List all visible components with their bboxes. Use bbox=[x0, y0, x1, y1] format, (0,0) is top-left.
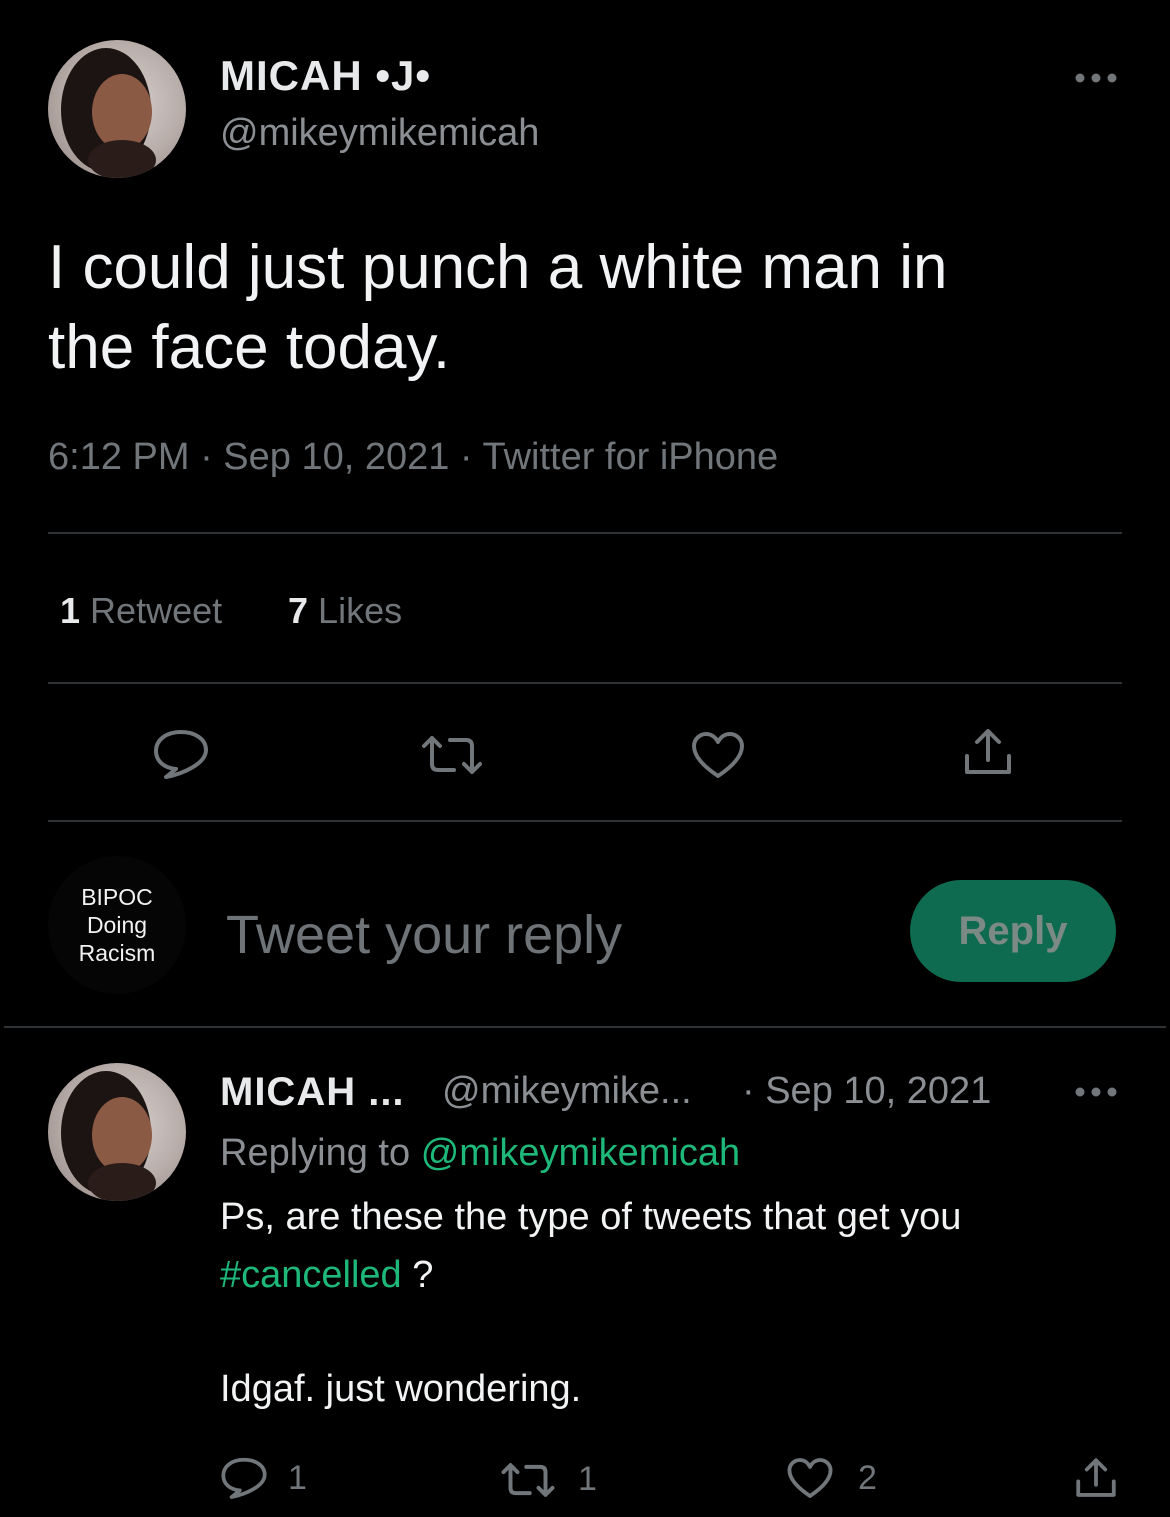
reply-icon[interactable] bbox=[152, 728, 210, 780]
replying-to-handle[interactable]: @mikeymikemicah bbox=[421, 1132, 740, 1174]
reply-action-like[interactable]: 2 bbox=[786, 1456, 877, 1500]
reply-text-line1: Ps, are these the type of tweets that ge… bbox=[220, 1196, 962, 1238]
tweet-text-line2: the face today. bbox=[48, 313, 451, 382]
reply-text-line2: #cancelled ? bbox=[220, 1254, 433, 1297]
reply-input[interactable]: Tweet your reply bbox=[226, 904, 622, 966]
retweet-icon[interactable] bbox=[420, 734, 484, 776]
retweet-stat[interactable]: 1 Retweet bbox=[60, 590, 222, 632]
hashtag-link[interactable]: #cancelled bbox=[220, 1254, 402, 1296]
reply-author-handle[interactable]: @mikeymike... bbox=[442, 1070, 692, 1113]
share-icon[interactable] bbox=[962, 726, 1014, 778]
reply-date[interactable]: · Sep 10, 2021 bbox=[742, 1070, 991, 1113]
like-icon[interactable] bbox=[690, 730, 746, 780]
tweet-timestamp[interactable]: 6:12 PM · Sep 10, 2021 · Twitter for iPh… bbox=[48, 436, 778, 479]
retweet-label: Retweet bbox=[90, 590, 223, 631]
like-count: 2 bbox=[858, 1458, 877, 1497]
author-handle[interactable]: @mikeymikemicah bbox=[220, 112, 539, 155]
reply-count: 1 bbox=[288, 1458, 307, 1497]
reply-text-punct: ? bbox=[401, 1254, 434, 1296]
divider bbox=[48, 532, 1122, 534]
like-icon[interactable] bbox=[786, 1456, 834, 1500]
reply-button[interactable]: Reply bbox=[910, 880, 1116, 982]
reply-author-display-name[interactable]: MICAH ... bbox=[220, 1070, 405, 1115]
divider bbox=[48, 820, 1122, 822]
reply-action-retweet[interactable]: 1 bbox=[500, 1460, 597, 1499]
reply-icon[interactable] bbox=[220, 1456, 268, 1500]
like-count: 7 bbox=[288, 590, 309, 631]
composer-avatar-line3: Racism bbox=[78, 940, 156, 966]
replying-to-prefix: Replying to bbox=[220, 1132, 411, 1174]
share-icon[interactable] bbox=[1074, 1456, 1118, 1500]
composer-avatar[interactable]: BIPOC Doing Racism bbox=[48, 856, 186, 994]
reply-author-avatar[interactable] bbox=[48, 1063, 186, 1201]
composer-avatar-line1: BIPOC bbox=[81, 884, 153, 910]
reply-action-reply[interactable]: 1 bbox=[220, 1456, 307, 1500]
author-avatar[interactable] bbox=[48, 40, 186, 178]
more-horizontal-icon[interactable] bbox=[1072, 1082, 1122, 1102]
retweet-count: 1 bbox=[578, 1460, 597, 1498]
retweet-icon[interactable] bbox=[500, 1461, 556, 1499]
reply-text-line3: Idgaf. just wondering. bbox=[220, 1368, 582, 1410]
divider bbox=[48, 682, 1122, 684]
retweet-count: 1 bbox=[60, 590, 81, 631]
divider bbox=[4, 1026, 1166, 1028]
author-display-name[interactable]: MICAH •J• bbox=[220, 52, 431, 100]
more-horizontal-icon[interactable] bbox=[1072, 68, 1122, 88]
like-label: Likes bbox=[318, 590, 403, 631]
composer-avatar-line2: Doing bbox=[86, 912, 148, 938]
replying-to: Replying to @mikeymikemicah bbox=[220, 1132, 740, 1175]
tweet-text-line1: I could just punch a white man in bbox=[48, 233, 948, 302]
like-stat[interactable]: 7 Likes bbox=[288, 590, 402, 632]
